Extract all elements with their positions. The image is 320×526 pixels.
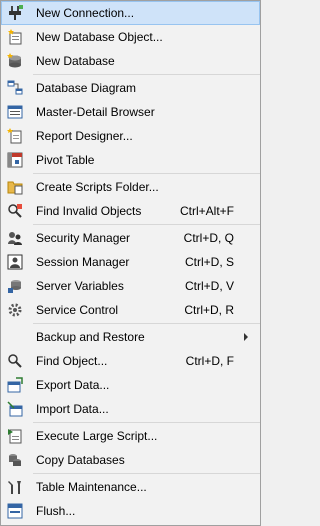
export-data-icon: [7, 377, 23, 393]
menu-item-label: Copy Databases: [36, 453, 125, 467]
menu-item-label: Backup and Restore: [36, 330, 145, 344]
menu-item-report-designer[interactable]: Report Designer...: [1, 124, 260, 148]
find-invalid-icon: [8, 204, 22, 218]
service-control-icon: [8, 303, 22, 317]
menu-item-label: Session Manager: [36, 255, 130, 269]
import-data-icon: [7, 401, 23, 417]
separator: [33, 422, 260, 423]
copy-databases-icon: [9, 454, 21, 466]
menu-item-label: Service Control: [36, 303, 119, 317]
database-menu: New Connection... New Database Object...…: [0, 0, 261, 526]
menu-item-table-maintenance[interactable]: Table Maintenance...: [1, 475, 260, 499]
execute-script-icon: [8, 429, 22, 444]
separator: [33, 74, 260, 75]
menu-item-new-database[interactable]: New Database: [1, 49, 260, 73]
menu-item-flush[interactable]: Flush...: [1, 499, 260, 523]
menu-item-label: New Connection...: [36, 6, 135, 20]
menu-item-execute-large-script[interactable]: Execute Large Script...: [1, 424, 260, 448]
menu-item-import-data[interactable]: Import Data...: [1, 397, 260, 421]
menu-item-label: Report Designer...: [36, 129, 133, 143]
menu-item-label: Import Data...: [36, 402, 109, 416]
server-variables-icon: [8, 280, 21, 293]
pivot-table-icon: [7, 152, 23, 168]
menu-item-label: Find Invalid Objects: [36, 204, 142, 218]
menu-item-backup-and-restore[interactable]: Backup and Restore: [1, 325, 260, 349]
session-icon: [7, 254, 23, 270]
menu-item-find-invalid-objects[interactable]: Find Invalid Objects Ctrl+Alt+F: [1, 199, 260, 223]
menu-item-label: Export Data...: [36, 378, 110, 392]
menu-item-label: Master-Detail Browser: [36, 105, 155, 119]
master-detail-icon: [7, 105, 23, 119]
diagram-icon: [7, 80, 23, 95]
security-icon: [8, 232, 22, 245]
menu-item-security-manager[interactable]: Security Manager Ctrl+D, Q: [1, 226, 260, 250]
menu-item-shortcut: Ctrl+Alt+F: [179, 204, 234, 218]
menu-item-export-data[interactable]: Export Data...: [1, 373, 260, 397]
scripts-folder-icon: [7, 181, 23, 195]
menu-item-find-object[interactable]: Find Object... Ctrl+D, F: [1, 349, 260, 373]
menu-item-label: Table Maintenance...: [36, 480, 147, 494]
menu-item-shortcut: Ctrl+D, R: [184, 303, 234, 317]
flush-icon: [7, 503, 23, 519]
menu-item-master-detail-browser[interactable]: Master-Detail Browser: [1, 100, 260, 124]
new-database-icon: [7, 53, 21, 68]
submenu-arrow-icon: [244, 333, 248, 341]
menu-item-create-scripts-folder[interactable]: Create Scripts Folder...: [1, 175, 260, 199]
menu-item-label: Server Variables: [36, 279, 124, 293]
new-object-icon: [8, 29, 22, 45]
separator: [33, 323, 260, 324]
menu-item-label: Create Scripts Folder...: [36, 180, 159, 194]
menu-item-server-variables[interactable]: Server Variables Ctrl+D, V: [1, 274, 260, 298]
menu-item-label: Find Object...: [36, 354, 108, 368]
separator: [33, 224, 260, 225]
separator: [33, 173, 260, 174]
menu-item-label: Security Manager: [36, 231, 131, 245]
menu-item-pivot-table[interactable]: Pivot Table: [1, 148, 260, 172]
menu-item-new-connection[interactable]: New Connection...: [1, 1, 260, 25]
table-maintenance-icon: [8, 481, 21, 494]
menu-item-label: Flush...: [36, 504, 76, 518]
menu-item-label: Database Diagram: [36, 81, 137, 95]
menu-item-copy-databases[interactable]: Copy Databases: [1, 448, 260, 472]
menu-item-shortcut: Ctrl+D, F: [185, 354, 234, 368]
menu-item-shortcut: Ctrl+D, Q: [183, 231, 234, 245]
menu-item-label: New Database Object...: [36, 30, 163, 44]
plug-icon: [9, 5, 23, 20]
menu-item-shortcut: Ctrl+D, V: [184, 279, 234, 293]
separator: [33, 473, 260, 474]
menu-item-new-database-object[interactable]: New Database Object...: [1, 25, 260, 49]
menu-item-label: Pivot Table: [36, 153, 95, 167]
menu-item-database-diagram[interactable]: Database Diagram: [1, 76, 260, 100]
report-icon: [7, 128, 22, 144]
menu-item-shortcut: Ctrl+D, S: [184, 255, 234, 269]
menu-item-session-manager[interactable]: Session Manager Ctrl+D, S: [1, 250, 260, 274]
menu-item-label: New Database: [36, 54, 115, 68]
menu-item-service-control[interactable]: Service Control Ctrl+D, R: [1, 298, 260, 322]
find-object-icon: [8, 354, 22, 368]
menu-item-label: Execute Large Script...: [36, 429, 158, 443]
